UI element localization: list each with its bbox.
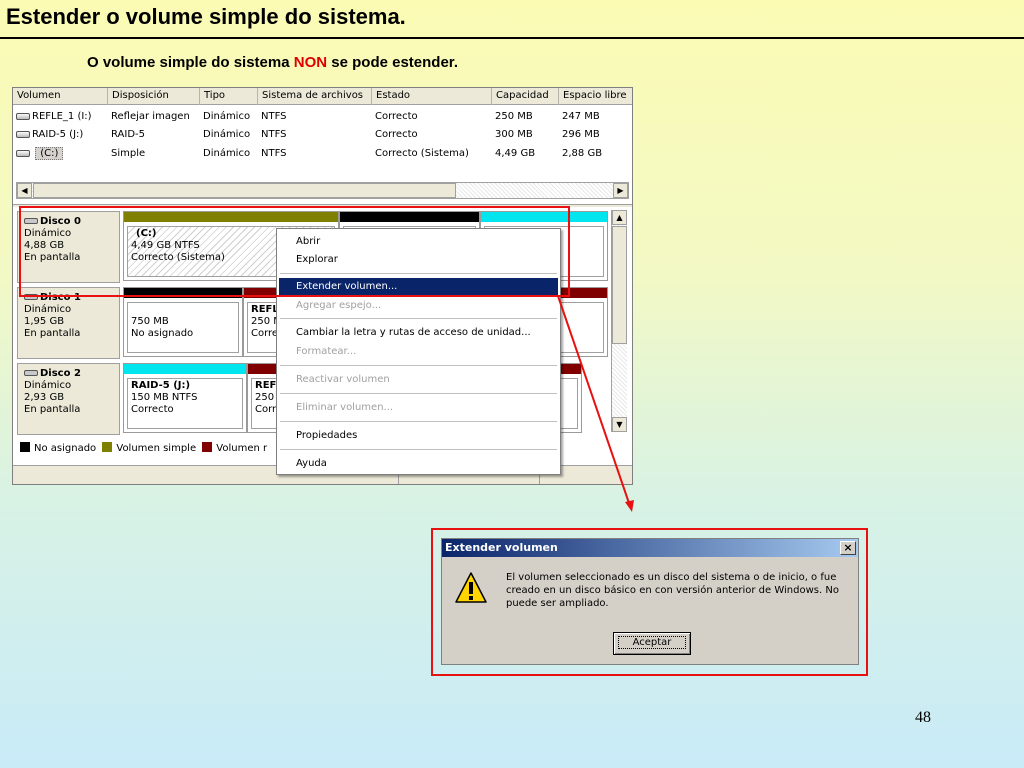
disk-size: 2,93 GB — [24, 392, 65, 403]
partition-unallocated[interactable]: 750 MB No asignado — [123, 287, 243, 357]
volume-cell: REFLE_1 (I:) — [13, 108, 108, 126]
menu-item-reactivate-volume: Reactivar volumen — [296, 374, 390, 385]
column-header-status[interactable]: Estado — [372, 88, 492, 105]
legend-swatch-mirror — [202, 442, 213, 452]
drive-icon — [16, 112, 30, 120]
partition-name: RAID-5 (J:) — [131, 380, 191, 391]
capacity-cell: 250 MB — [495, 111, 533, 122]
horizontal-scrollbar[interactable]: ◀ ▶ — [16, 182, 629, 199]
subtitle-text-after: se pode estender. — [331, 54, 458, 71]
menu-separator — [280, 365, 557, 366]
title-underline — [0, 37, 1024, 39]
menu-item-help[interactable]: Ayuda — [279, 455, 558, 473]
menu-item-add-mirror: Agregar espejo... — [296, 300, 382, 311]
scroll-down-icon[interactable]: ▼ — [612, 417, 627, 432]
disk-label[interactable]: Disco 2 Dinámico 2,93 GB En pantalla — [17, 363, 120, 435]
menu-item-format: Formatear... — [296, 346, 357, 357]
partition-name: REFL — [251, 304, 279, 315]
column-header-free-space[interactable]: Espacio libre — [559, 88, 632, 105]
capacity-cell: 300 MB — [495, 129, 533, 140]
capacity-cell: 4,49 GB — [495, 148, 536, 159]
type-cell: Dinámico — [203, 111, 251, 122]
subtitle-text-before: O volume simple do sistema — [87, 54, 290, 71]
partition-status: Correcto — [131, 404, 174, 415]
subtitle-highlight: NON — [293, 54, 328, 71]
drive-icon — [16, 149, 30, 157]
layout-cell: Simple — [111, 148, 146, 159]
vertical-scrollbar[interactable]: ▲ ▼ — [611, 210, 627, 432]
free-space-cell: 2,88 GB — [562, 148, 603, 159]
disk-icon — [24, 370, 38, 376]
partition-name: REF — [255, 380, 277, 391]
partition-raid5[interactable]: RAID-5 (J:) 150 MB NTFS Correcto — [123, 363, 247, 433]
volume-cell: RAID-5 (J:) — [13, 126, 108, 144]
menu-separator — [280, 318, 557, 319]
partition-detail: 150 MB NTFS — [131, 392, 198, 403]
disk-name: Disco 2 — [40, 368, 81, 379]
menu-separator — [280, 393, 557, 394]
annotation-box-disk0 — [19, 206, 570, 297]
volume-list-header: Volumen Disposición Tipo Sistema de arch… — [13, 88, 632, 105]
disk-type: Dinámico — [24, 380, 72, 391]
status-cell: Correcto — [375, 111, 418, 122]
volume-name: RAID-5 (J:) — [32, 129, 84, 140]
scroll-right-icon[interactable]: ▶ — [613, 183, 628, 198]
legend-swatch-unallocated — [20, 442, 30, 452]
disk-size: 1,95 GB — [24, 316, 65, 327]
scroll-left-icon[interactable]: ◀ — [17, 183, 32, 198]
table-row[interactable]: (C:) Simple Dinámico NTFS Correcto (Sist… — [13, 145, 632, 163]
menu-item-change-drive-letter[interactable]: Cambiar la letra y rutas de acceso de un… — [279, 324, 558, 342]
partition-box: 750 MB No asignado — [127, 302, 239, 353]
filesystem-cell: NTFS — [261, 148, 287, 159]
partition-detail: 250 — [255, 392, 275, 403]
scroll-up-icon[interactable]: ▲ — [612, 210, 627, 225]
vertical-scroll-thumb[interactable] — [612, 226, 627, 344]
disk-type: Dinámico — [24, 304, 72, 315]
disk-state: En pantalla — [24, 404, 81, 415]
volume-cell: (C:) — [13, 145, 108, 163]
volume-name: (C:) — [35, 147, 64, 160]
table-row[interactable]: REFLE_1 (I:) Reflejar imagen Dinámico NT… — [13, 108, 632, 126]
layout-cell: RAID-5 — [111, 129, 146, 140]
horizontal-scroll-thumb[interactable] — [33, 183, 456, 198]
annotation-box-dialog — [431, 528, 868, 676]
column-header-type[interactable]: Tipo — [200, 88, 258, 105]
column-header-filesystem[interactable]: Sistema de archivos — [258, 88, 372, 105]
disk-label[interactable]: Disco 1 Dinámico 1,95 GB En pantalla — [17, 287, 120, 359]
column-header-capacity[interactable]: Capacidad — [492, 88, 559, 105]
column-header-volume[interactable]: Volumen — [13, 88, 108, 105]
free-space-cell: 296 MB — [562, 129, 600, 140]
legend-swatch-simple — [102, 442, 113, 452]
type-cell: Dinámico — [203, 129, 251, 140]
volume-name: REFLE_1 (I:) — [32, 111, 92, 122]
partition-detail: 750 MB — [131, 316, 169, 327]
page-number: 48 — [915, 709, 931, 726]
menu-separator — [280, 449, 557, 450]
free-space-cell: 247 MB — [562, 111, 600, 122]
layout-cell: Reflejar imagen — [111, 111, 190, 122]
disk-state: En pantalla — [24, 328, 81, 339]
status-cell: Correcto (Sistema) — [375, 148, 469, 159]
drive-icon — [16, 130, 30, 138]
partition-box: RAID-5 (J:) 150 MB NTFS Correcto — [127, 378, 243, 429]
partition-bar-raid5 — [124, 364, 246, 374]
slide-title: Estender o volume simple do sistema. — [6, 4, 406, 29]
legend-label-simple: Volumen simple — [116, 443, 197, 454]
filesystem-cell: NTFS — [261, 111, 287, 122]
table-row[interactable]: RAID-5 (J:) RAID-5 Dinámico NTFS Correct… — [13, 126, 632, 144]
filesystem-cell: NTFS — [261, 129, 287, 140]
legend-label-unallocated: No asignado — [34, 443, 97, 454]
partition-status: No asignado — [131, 328, 194, 339]
type-cell: Dinámico — [203, 148, 251, 159]
menu-separator — [280, 421, 557, 422]
menu-item-delete-volume: Eliminar volumen... — [296, 402, 394, 413]
slide-subtitle: O volume simple do sistema NON se pode e… — [87, 54, 458, 71]
partition-status: Corre — [251, 328, 279, 339]
partition-status: Corr — [255, 404, 277, 415]
legend-label-mirror: Volumen r — [216, 443, 268, 454]
column-header-layout[interactable]: Disposición — [108, 88, 200, 105]
status-cell: Correcto — [375, 129, 418, 140]
menu-item-properties[interactable]: Propiedades — [279, 427, 558, 445]
